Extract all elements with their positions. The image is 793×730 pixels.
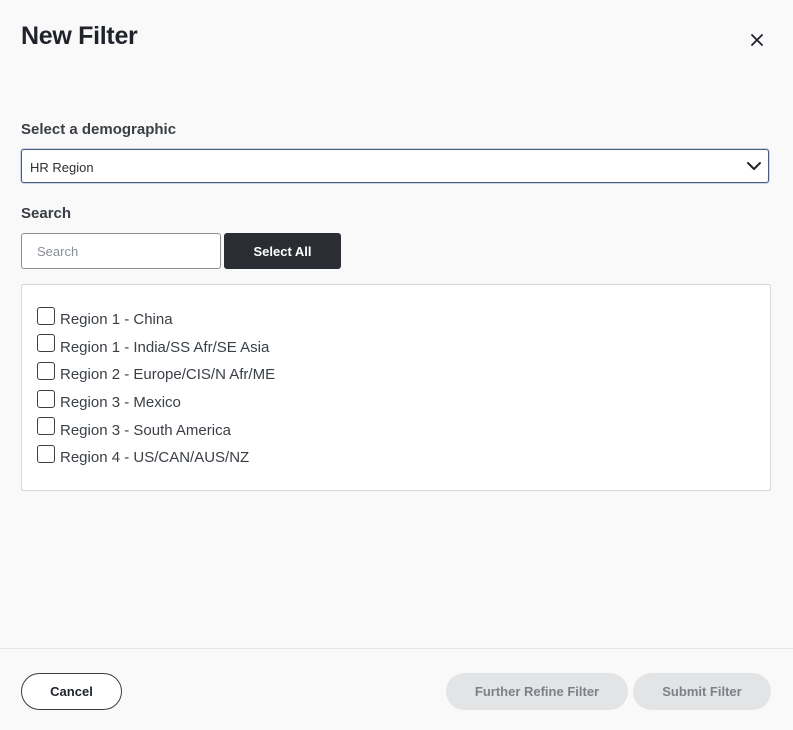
option-label: Region 1 - India/SS Afr/SE Asia (60, 338, 270, 356)
select-all-button[interactable]: Select All (224, 233, 341, 269)
option-checkbox[interactable] (37, 444, 55, 463)
option-item[interactable]: Region 2 - Europe/CIS/N Afr/ME (37, 360, 275, 388)
new-filter-dialog: New Filter Select a demographic HR Regio… (0, 0, 793, 730)
option-item[interactable]: Region 4 - US/CAN/AUS/NZ (37, 443, 275, 471)
options-panel: Region 1 - China Region 1 - India/SS Afr… (21, 284, 771, 491)
option-item[interactable]: Region 1 - India/SS Afr/SE Asia (37, 333, 275, 361)
option-checkbox[interactable] (37, 389, 55, 408)
option-checkbox[interactable] (37, 417, 55, 436)
search-input[interactable] (21, 233, 221, 269)
search-label: Search (21, 205, 72, 222)
option-checkbox[interactable] (37, 306, 55, 325)
close-button[interactable] (745, 28, 769, 52)
option-item[interactable]: Region 3 - Mexico (37, 388, 275, 416)
option-item[interactable]: Region 1 - China (37, 305, 275, 333)
demographic-select-value: HR Region (30, 160, 94, 175)
option-label: Region 3 - South America (60, 421, 231, 439)
option-checkbox[interactable] (37, 334, 55, 353)
option-label: Region 1 - China (60, 311, 173, 329)
option-label: Region 2 - Europe/CIS/N Afr/ME (60, 366, 276, 384)
close-icon (751, 34, 763, 46)
demographic-label: Select a demographic (21, 121, 177, 138)
cancel-button[interactable]: Cancel (21, 673, 122, 710)
option-label: Region 3 - Mexico (60, 394, 181, 412)
further-refine-filter-button[interactable]: Further Refine Filter (446, 673, 628, 710)
footer-divider (0, 648, 793, 649)
option-checkbox[interactable] (37, 361, 55, 380)
option-item[interactable]: Region 3 - South America (37, 415, 275, 443)
submit-filter-button[interactable]: Submit Filter (633, 673, 771, 710)
dialog-title: New Filter (21, 22, 138, 50)
option-label: Region 4 - US/CAN/AUS/NZ (60, 449, 250, 467)
demographic-select[interactable]: HR Region (21, 149, 769, 183)
chevron-down-icon (747, 162, 761, 170)
options-list: Region 1 - China Region 1 - India/SS Afr… (37, 305, 275, 471)
